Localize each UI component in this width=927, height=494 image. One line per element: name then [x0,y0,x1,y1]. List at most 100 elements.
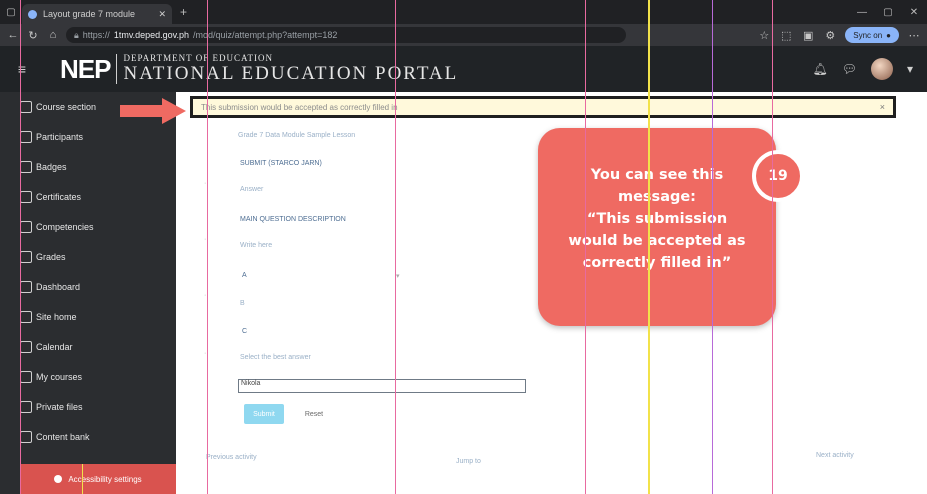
question-marker: · [204,236,207,243]
field2-value: Write here [240,242,273,249]
list-icon [20,101,32,113]
accessibility-settings-button[interactable]: Accessibility settings [20,464,176,494]
messages-icon[interactable]: 💬︎ [842,62,857,76]
notice-close-icon[interactable]: × [880,102,885,112]
sidebar-item-site-home[interactable]: Site home [0,302,176,332]
user-avatar[interactable] [870,58,893,80]
users-icon [20,131,32,143]
url-host: 1tmv.deped.gov.ph [113,30,190,40]
browser-tab-bar: ▢ Layout grade 7 module ✕ + — ▢ ✕ [0,0,927,24]
content-icon [20,431,32,443]
favicon-icon [28,9,37,19]
previous-activity-link[interactable]: Previous activity [206,454,257,461]
sidebar-item-private-files[interactable]: Private files [0,392,176,422]
sidebar-item-label: Certificates [36,192,82,202]
browser-tab[interactable]: Layout grade 7 module ✕ [22,4,172,24]
table-icon [20,251,32,263]
minimize-icon[interactable]: — [849,7,875,18]
question-marker: · [204,292,207,299]
nep-logo[interactable]: NEP DEPARTMENT OF EDUCATION NATIONAL EDU… [60,53,458,85]
field3-value: A [242,272,247,279]
sidebar-item-content-bank[interactable]: Content bank [0,422,176,452]
back-icon[interactable]: ← [6,29,20,41]
close-window-icon[interactable]: ✕ [901,7,927,18]
site-header: ≡ NEP DEPARTMENT OF EDUCATION NATIONAL E… [0,46,927,92]
home-icon [20,311,32,323]
submission-notice: This submission would be accepted as cor… [190,96,896,118]
sidebar-item-certificates[interactable]: Certificates [0,182,176,212]
file-icon [20,401,32,413]
logo-text: DEPARTMENT OF EDUCATION NATIONAL EDUCATI… [123,53,458,85]
collections-icon[interactable]: ▣ [801,29,815,42]
logo-mark: NEP [60,53,111,84]
sidebar-item-grades[interactable]: Grades [0,242,176,272]
home-icon[interactable]: ⌂ [46,29,60,41]
dashboard-icon [20,281,32,293]
sidebar-item-competencies[interactable]: Competencies [0,212,176,242]
browser-tab-title: Layout grade 7 module [43,9,136,19]
bookmark-star-icon[interactable]: ☆ [757,29,771,42]
sidebar-item-calendar[interactable]: Calendar [0,332,176,362]
courses-icon [20,371,32,383]
extensions-area: ☆ ⬚ ▣ ⚙ Sync on ● ⋯ [757,27,921,43]
url-path: /mod/quiz/attempt.php?attempt=182 [193,30,338,40]
reload-icon[interactable]: ↻ [26,29,40,42]
callout-line: You can see this [590,167,724,183]
step-number-badge: 19 [752,150,804,202]
callout-line: would be accepted as [568,233,746,249]
field1-value: Answer [240,186,264,193]
form-header-line: Grade 7 Data Module Sample Lesson [238,132,356,139]
tab-close-icon[interactable]: ✕ [158,9,166,20]
dropdown-marker[interactable]: ▾ [396,272,400,280]
accessibility-label: Accessibility settings [68,474,142,484]
new-tab-icon[interactable]: + [180,5,187,19]
reset-button[interactable]: Reset [294,404,334,424]
field5-value: C [242,328,248,335]
sidebar-item-dashboard[interactable]: Dashboard [0,272,176,302]
star-icon [20,221,32,233]
answer-input[interactable]: Nikola [238,379,526,393]
certificate-icon [20,191,32,203]
field1-label: SUBMIT (STARCO JARN) [240,160,322,167]
pointer-arrow-icon [120,98,186,124]
header-actions: 🔔︎ 💬︎ ▾ [813,58,927,80]
sidebar-item-my-courses[interactable]: My courses [0,362,176,392]
sidebar-item-label: Dashboard [36,282,81,292]
profile-avatar-icon: ● [886,30,891,40]
window-menu-icon[interactable]: ▢ [0,0,22,24]
submit-button[interactable]: Submit [244,404,284,424]
accessibility-icon [54,475,63,483]
callout-line: message: [617,189,696,205]
sidebar-item-label: Private files [36,402,83,412]
sidebar-item-label: Calendar [36,342,73,352]
sidebar-item-badges[interactable]: Badges [0,152,176,182]
sidebar: Course section Participants Badges Certi… [0,92,176,494]
lock-icon: 🔒︎ [74,29,79,40]
field6-label: Select the best answer [240,354,311,361]
department-line: DEPARTMENT OF EDUCATION [123,53,273,63]
calendar-icon [20,341,32,353]
sidebar-item-label: Participants [36,132,84,142]
instruction-callout: You can see this message: “This submissi… [538,128,776,326]
sidebar-item-label: Content bank [36,432,90,442]
question-marker: · [204,350,207,357]
sidebar-item-label: Site home [36,312,77,322]
notice-text: This submission would be accepted as cor… [201,102,398,112]
jump-to-select[interactable]: Jump to [456,458,481,465]
browser-menu-icon[interactable]: ⋯ [907,29,921,42]
settings-icon[interactable]: ⚙ [823,29,837,42]
maximize-icon[interactable]: ▢ [875,7,901,18]
field2-label: MAIN QUESTION DESCRIPTION [240,216,346,223]
hamburger-menu-icon[interactable]: ≡ [0,61,44,77]
user-menu-chevron-icon[interactable]: ▾ [907,62,913,76]
profile-button[interactable]: Sync on ● [845,27,899,43]
notifications-bell-icon[interactable]: 🔔︎ [813,62,828,76]
sidebar-item-label: Course section [36,102,97,112]
sidebar-item-label: My courses [36,372,83,382]
extension-icon[interactable]: ⬚ [779,29,793,42]
next-activity-link[interactable]: Next activity [816,452,854,459]
field4-value: B [240,300,245,307]
window-controls: — ▢ ✕ [849,7,927,18]
sidebar-item-participants[interactable]: Participants [0,122,176,152]
address-bar[interactable]: 🔒︎ https://1tmv.deped.gov.ph/mod/quiz/at… [66,27,626,43]
